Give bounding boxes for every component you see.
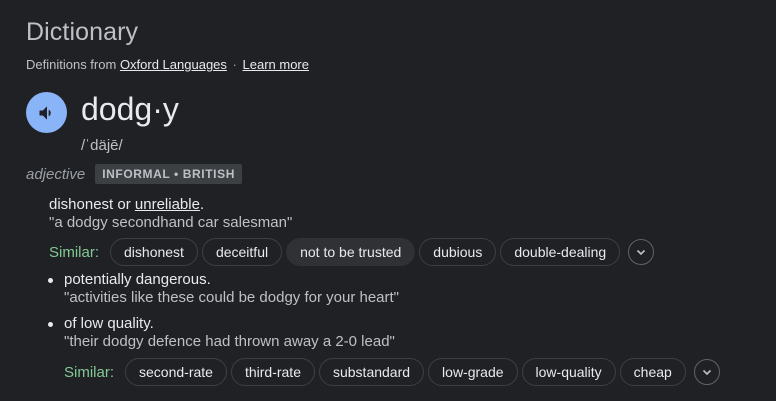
sense-list: potentially dangerous. "activities like … [48, 271, 399, 359]
usage-label-badge: INFORMAL • BRITISH [95, 164, 242, 184]
phonetic-spelling: /ˈdäjē/ [81, 137, 123, 154]
similar-label: Similar: [49, 243, 100, 261]
similar-chip[interactable]: dishonest [110, 238, 198, 266]
similar-chip[interactable]: dubious [419, 238, 497, 266]
sense-1-definition: dishonest or unreliable. [49, 196, 292, 214]
part-of-speech: adjective [26, 165, 86, 183]
dictionary-card: Dictionary Definitions from Oxford Langu… [0, 0, 776, 401]
part-of-speech-row: adjective INFORMAL • BRITISH [26, 164, 242, 184]
chevron-down-icon [702, 369, 711, 376]
similar-chip[interactable]: double-dealing [500, 238, 621, 266]
headword: dodg·y [81, 91, 179, 127]
similar-row-2: Similar: second-rate third-rate substand… [64, 358, 720, 386]
learn-more-link[interactable]: Learn more [243, 57, 309, 72]
similar-chip[interactable]: cheap [619, 358, 686, 386]
similar-row-1: Similar: dishonest deceitful not to be t… [49, 238, 655, 266]
chevron-down-icon [637, 249, 646, 256]
pronunciation-speaker-button[interactable] [26, 92, 67, 133]
definition-period: . [199, 196, 205, 213]
definition-text: dishonest or [49, 196, 135, 213]
similar-chip[interactable]: low-quality [521, 358, 616, 386]
similar-chip[interactable]: second-rate [125, 358, 227, 386]
speaker-icon [39, 105, 51, 120]
dictionary-title: Dictionary [26, 18, 139, 46]
list-item: potentially dangerous. "activities like … [48, 271, 399, 307]
list-item: of low quality. "their dodgy defence had… [48, 315, 399, 351]
sense-3-example: "their dodgy defence had thrown away a 2… [64, 333, 395, 350]
unreliable-link[interactable]: unreliable [135, 196, 200, 213]
oxford-languages-link[interactable]: Oxford Languages [120, 57, 227, 72]
sense-1-example: "a dodgy secondhand car salesman" [49, 214, 293, 231]
source-prefix: Definitions from [26, 57, 117, 72]
sense-3-definition: of low quality. [64, 315, 154, 332]
sense-2-example: "activities like these could be dodgy fo… [64, 289, 399, 306]
source-line: Definitions from Oxford Languages · Lear… [26, 57, 309, 72]
similar-label: Similar: [64, 363, 115, 381]
sense-1: dishonest or unreliable. "a dodgy second… [49, 196, 292, 232]
similar-chip[interactable]: substandard [318, 358, 425, 386]
similar-chip[interactable]: deceitful [201, 238, 283, 266]
similar-chip[interactable]: low-grade [428, 358, 518, 386]
separator-dot: · [232, 57, 237, 72]
similar-chip[interactable]: third-rate [230, 358, 315, 386]
sense-2-definition: potentially dangerous. [64, 271, 211, 288]
expand-similar-button[interactable] [628, 239, 655, 265]
similar-chip[interactable]: not to be trusted [286, 238, 416, 266]
expand-similar-button[interactable] [693, 359, 720, 385]
